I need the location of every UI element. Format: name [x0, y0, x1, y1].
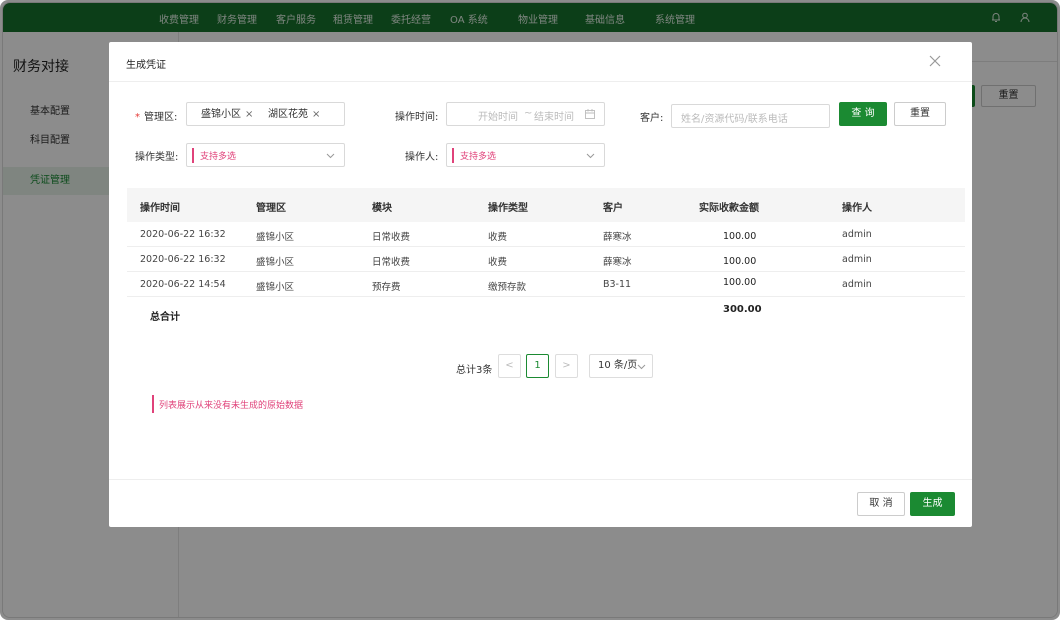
chevron-down-icon: [637, 364, 646, 370]
operator-label: 操作人:: [405, 152, 439, 163]
column-header-customer: 客户: [603, 203, 623, 214]
dialog-header: 生成凭证: [109, 42, 972, 82]
cell-operator: admin: [842, 229, 872, 240]
cell-amount: 100.00: [723, 277, 757, 288]
cell-customer: 薛寒冰: [603, 257, 632, 268]
column-header-amount: 实际收款金额: [699, 203, 759, 214]
chevron-down-icon: [586, 153, 595, 159]
next-page-button[interactable]: >: [555, 354, 578, 378]
reset-button[interactable]: 重置: [894, 102, 946, 126]
time-label: 操作时间:: [395, 112, 439, 123]
page-size-select[interactable]: 10 条/页: [589, 354, 653, 378]
generate-button[interactable]: 生成: [910, 492, 955, 516]
cell-amount: 100.00: [723, 231, 757, 242]
cell-amount: 100.00: [723, 256, 757, 267]
total-amount: 300.00: [723, 304, 762, 315]
total-label: 总合计: [150, 312, 180, 323]
cancel-button[interactable]: 取 消: [857, 492, 905, 516]
cell-area: 盛锦小区: [256, 232, 295, 243]
range-separator: ~: [524, 108, 533, 119]
column-header-op-type: 操作类型: [488, 203, 528, 214]
cell-op-type: 收费: [488, 257, 508, 268]
cell-area: 盛锦小区: [256, 282, 295, 293]
query-button[interactable]: 查 询: [839, 102, 887, 126]
table-total-row: 总合计 300.00: [127, 297, 965, 327]
area-select[interactable]: 盛锦小区 × 湖区花苑 ×: [186, 102, 345, 126]
cell-time: 2020-06-22 16:32: [140, 229, 226, 240]
dialog-title: 生成凭证: [126, 60, 166, 71]
operator-placeholder: 支持多选: [460, 152, 497, 162]
area-label: * 管理区:: [135, 112, 178, 123]
cell-op-type: 收费: [488, 232, 508, 243]
cell-op-type: 缴预存款: [488, 282, 527, 293]
cell-time: 2020-06-22 16:32: [140, 254, 226, 265]
column-header-module: 模块: [372, 203, 392, 214]
operator-select[interactable]: 支持多选: [446, 143, 605, 167]
page-button[interactable]: 1: [526, 354, 549, 378]
area-tag: 湖区花苑 ×: [268, 109, 321, 120]
page-size-value: 10 条/页: [598, 360, 638, 371]
customer-input[interactable]: 姓名/资源代码/联系电话: [671, 104, 830, 128]
table-row[interactable]: 2020-06-22 14:54 盛锦小区 预存费 缴预存款 B3-11 100…: [127, 272, 965, 297]
cell-customer: 薛寒冰: [603, 232, 632, 243]
op-type-placeholder: 支持多选: [200, 152, 237, 162]
note-marker: [152, 395, 154, 413]
table-row[interactable]: 2020-06-22 16:32 盛锦小区 日常收费 收费 薛寒冰 100.00…: [127, 222, 965, 247]
hint-marker: [192, 148, 194, 163]
tag-remove-icon[interactable]: ×: [245, 109, 253, 120]
calendar-icon: [585, 109, 595, 119]
cell-area: 盛锦小区: [256, 257, 295, 268]
end-time-placeholder: 结束时间: [534, 112, 574, 123]
start-time-placeholder: 开始时间: [478, 112, 518, 123]
cell-customer: B3-11: [603, 279, 632, 290]
op-type-label: 操作类型:: [135, 152, 179, 163]
column-header-operator: 操作人: [842, 203, 872, 214]
table-header: 操作时间 管理区 模块 操作类型 客户 实际收款金额 操作人: [127, 188, 965, 222]
cell-module: 日常收费: [372, 232, 411, 243]
cell-time: 2020-06-22 14:54: [140, 279, 226, 290]
chevron-down-icon: [326, 153, 335, 159]
pagination-total: 总计3条: [456, 365, 493, 376]
cell-module: 日常收费: [372, 257, 411, 268]
cell-module: 预存费: [372, 282, 401, 293]
time-range-picker[interactable]: 开始时间 ~ 结束时间: [446, 102, 605, 126]
column-header-area: 管理区: [256, 203, 286, 214]
generate-voucher-dialog: 生成凭证 * 管理区: 盛锦小区 × 湖区花苑 × 操作时间: 开始时间 ~ 结束时间…: [109, 42, 972, 527]
dialog-footer: 取 消 生成: [109, 479, 972, 527]
close-icon[interactable]: [928, 54, 942, 68]
customer-label: 客户:: [640, 113, 664, 124]
cell-operator: admin: [842, 254, 872, 265]
prev-page-button[interactable]: <: [498, 354, 521, 378]
hint-marker: [452, 148, 454, 163]
op-type-select[interactable]: 支持多选: [186, 143, 345, 167]
area-tag: 盛锦小区 ×: [201, 109, 254, 120]
table-row[interactable]: 2020-06-22 16:32 盛锦小区 日常收费 收费 薛寒冰 100.00…: [127, 247, 965, 272]
column-header-time: 操作时间: [140, 203, 180, 214]
note-text: 列表展示从来没有未生成的原始数据: [159, 401, 304, 411]
customer-placeholder: 姓名/资源代码/联系电话: [681, 114, 788, 125]
cell-operator: admin: [842, 279, 872, 290]
tag-remove-icon[interactable]: ×: [312, 109, 320, 120]
